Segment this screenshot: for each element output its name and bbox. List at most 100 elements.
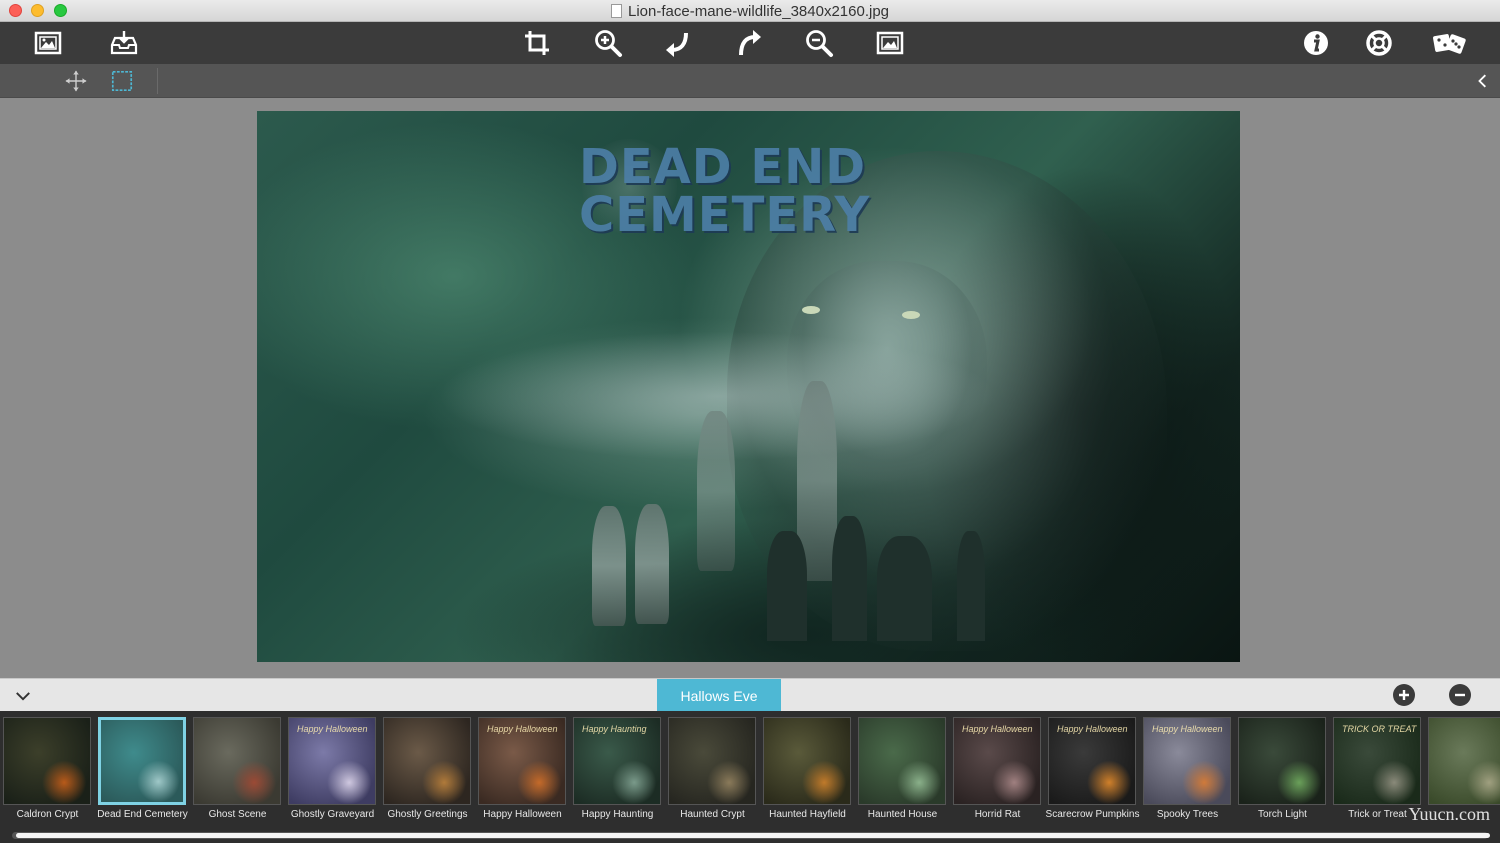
move-tool[interactable] (62, 67, 90, 95)
preset-thumbnail-label: Haunted Crypt (680, 809, 745, 820)
preset-thumbnail[interactable]: Ghostly Greetings (380, 715, 475, 833)
rotate-right-icon (739, 30, 761, 56)
preset-thumbnail-image (193, 717, 281, 805)
preset-thumbnail-caption: Happy Halloween (962, 724, 1033, 734)
zoom-in-button[interactable] (590, 26, 626, 60)
thumbnail-strip: Caldron Crypt Dead End Cemetery Ghost Scen… (0, 711, 1500, 843)
move-arrows-icon (65, 70, 87, 92)
preset-thumbnail-label: Happy Haunting (581, 809, 654, 820)
collection-bar: Hallows Eve (0, 678, 1500, 712)
select-tool[interactable] (108, 67, 136, 95)
plus-icon (1399, 690, 1409, 700)
dice-icon (1433, 34, 1466, 54)
preset-thumbnail[interactable]: Happy Halloween Scarecrow Pumpkins (1045, 715, 1140, 833)
preset-thumbnail-caption: Happy Halloween (487, 724, 558, 734)
main-toolbar (0, 22, 1500, 64)
preset-thumbnail-label: Haunted House (867, 809, 938, 820)
window-title: Lion-face-mane-wildlife_3840x2160.jpg (0, 3, 1500, 20)
preset-thumbnail-label: Spooky Trees (1156, 809, 1219, 820)
crop-icon (525, 31, 549, 55)
preset-thumbnail-label: Horrid Rat (974, 809, 1021, 820)
randomize-button[interactable] (1430, 26, 1470, 60)
remove-collection-button[interactable] (1449, 684, 1471, 706)
preset-thumbnail[interactable]: Haunted Crypt (665, 715, 760, 833)
preset-thumbnail-caption: Happy Halloween (1057, 724, 1128, 734)
rotate-left-icon (666, 32, 688, 57)
info-button[interactable] (1298, 26, 1334, 60)
zoom-out-button[interactable] (801, 26, 837, 60)
preset-thumbnail-image (1238, 717, 1326, 805)
fit-image-button[interactable] (872, 26, 908, 60)
preset-thumbnail-label: Dead End Cemetery (97, 809, 188, 820)
preset-thumbnail-label: Torch Light (1258, 809, 1307, 820)
chevron-down-icon (16, 691, 30, 701)
window-title-text: Lion-face-mane-wildlife_3840x2160.jpg (628, 3, 889, 20)
picture-frame-icon (34, 31, 62, 55)
preset-thumbnail-image: Happy Halloween (953, 717, 1041, 805)
preset-thumbnail-image: Happy Halloween (288, 717, 376, 805)
preset-thumbnail[interactable]: Happy Halloween Ghostly Graveyard (285, 715, 380, 833)
preset-thumbnail-caption: Happy Haunting (582, 724, 647, 734)
preset-thumbnail-label: Haunted Hayfield (769, 809, 846, 820)
preset-thumbnail-image (98, 717, 186, 805)
tombstone (832, 516, 867, 641)
preset-thumbnail-caption: TRICK OR TREAT (1342, 724, 1417, 734)
preset-thumbnail-image (668, 717, 756, 805)
ghost-woman (697, 411, 735, 571)
title-bar: Lion-face-mane-wildlife_3840x2160.jpg (0, 0, 1500, 22)
preset-thumbnail-image (3, 717, 91, 805)
preset-thumbnail[interactable]: Caldron Crypt (0, 715, 95, 833)
preset-thumbnail-image (383, 717, 471, 805)
add-collection-button[interactable] (1393, 684, 1415, 706)
preset-thumbnail[interactable]: Happy Halloween Horrid Rat (950, 715, 1045, 833)
rotate-right-button[interactable] (731, 26, 767, 60)
toolbar-separator (157, 68, 158, 94)
fit-image-icon (876, 31, 904, 55)
tray-download-icon (110, 31, 138, 55)
preset-thumbnail-image: Happy Halloween (1143, 717, 1231, 805)
preset-thumbnail[interactable]: Happy Haunting Happy Haunting (570, 715, 665, 833)
poster-title: DEAD END CEMETERY (579, 143, 870, 239)
preset-thumbnail[interactable]: Ghost Scene (190, 715, 285, 833)
preset-thumbnail-label: Ghostly Graveyard (290, 809, 375, 820)
lion-eye-left (802, 306, 820, 314)
collapse-panel-button[interactable] (1472, 69, 1492, 93)
tombstone (957, 531, 985, 641)
canvas-area: DEAD END CEMETERY (0, 98, 1500, 678)
preset-thumbnail[interactable]: Happy Halloween Happy Halloween (475, 715, 570, 833)
preset-thumbnail-image: Happy Halloween (478, 717, 566, 805)
ghost-girl-left (592, 506, 626, 626)
preset-thumbnail-image: Happy Haunting (573, 717, 661, 805)
expand-collections-button[interactable] (12, 685, 34, 707)
preset-thumbnail-image (763, 717, 851, 805)
chevron-left-icon (1478, 74, 1486, 88)
lion-eye-right (902, 311, 920, 319)
ghost-girl-right (635, 504, 669, 624)
watermark: Yuucn.com (1408, 804, 1490, 824)
help-button[interactable] (1361, 26, 1397, 60)
preset-thumbnail-label: Caldron Crypt (16, 809, 79, 820)
preset-thumbnail-label: Scarecrow Pumpkins (1045, 809, 1140, 820)
collection-tab-hallows-eve[interactable]: Hallows Eve (657, 679, 781, 712)
rotate-left-button[interactable] (660, 26, 696, 60)
app-window: Lion-face-mane-wildlife_3840x2160.jpg DE… (0, 0, 1500, 843)
minus-icon (1455, 693, 1465, 697)
zoom-in-icon (595, 30, 622, 57)
export-button[interactable] (106, 26, 142, 60)
preset-thumbnail-image: TRICK OR TREAT (1333, 717, 1421, 805)
image-preview[interactable]: DEAD END CEMETERY (257, 111, 1240, 662)
preset-thumbnail[interactable]: Haunted House (855, 715, 950, 833)
preset-thumbnail-label: Happy Halloween (483, 809, 562, 820)
open-image-button[interactable] (30, 26, 66, 60)
poster-title-line2: CEMETERY (579, 187, 871, 243)
selection-rect-icon (111, 70, 133, 92)
tool-bar (0, 64, 1500, 98)
strip-scrollbar-thumb[interactable] (16, 833, 1490, 838)
preset-thumbnail[interactable]: Dead End Cemetery (95, 715, 190, 833)
preset-thumbnail-caption: Happy Halloween (1152, 724, 1223, 734)
crop-button[interactable] (519, 26, 555, 60)
preset-thumbnail[interactable]: Torch Light (1235, 715, 1330, 833)
preset-thumbnail[interactable]: Haunted Hayfield (760, 715, 855, 833)
preset-thumbnail[interactable]: Happy Halloween Spooky Trees (1140, 715, 1235, 833)
document-icon (611, 4, 622, 18)
